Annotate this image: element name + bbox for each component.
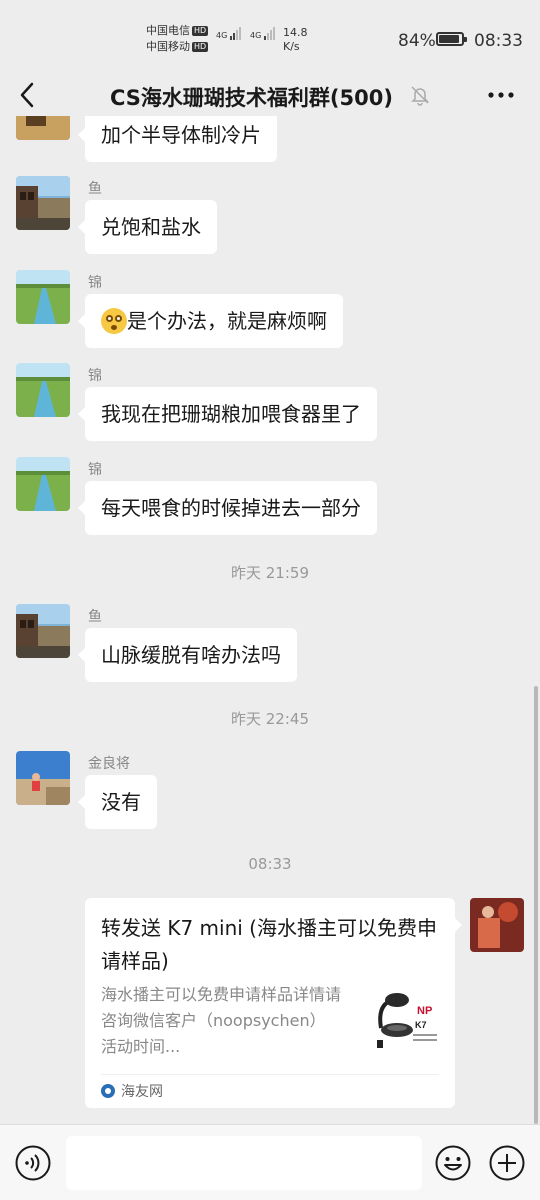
thumb-model: K7: [415, 1020, 427, 1030]
timestamp: 08:33: [248, 855, 292, 873]
carrier-info: 中国电信 HD 中国移动 HD: [146, 23, 209, 55]
sender-name: 锦: [88, 368, 102, 384]
back-arrow-icon[interactable]: [14, 78, 44, 112]
timestamp: 昨天 21:59: [231, 564, 309, 582]
battery-percent: 84%: [398, 31, 436, 51]
avatar[interactable]: [16, 604, 70, 658]
hd-badge: HD: [192, 26, 209, 36]
message-bubble[interactable]: 我现在把珊瑚粮加喂食器里了: [78, 387, 377, 441]
message-bubble[interactable]: 兑饱和盐水: [78, 200, 217, 254]
sender-name: 鱼: [88, 609, 102, 625]
carrier-2: 中国移动: [146, 40, 190, 53]
flushed-face-emoji-icon: [101, 307, 127, 334]
link-card-source: 海友网: [101, 1081, 163, 1101]
link-card-title: 转发送 K7 mini (海水播主可以免费申请样品): [101, 916, 437, 973]
timestamp: 昨天 22:45: [231, 710, 309, 728]
sender-name: 锦: [88, 462, 102, 478]
message-bubble[interactable]: 加个半导体制冷片: [78, 116, 277, 162]
link-card-thumbnail: NP K7: [371, 984, 441, 1054]
carrier-1: 中国电信: [146, 24, 190, 37]
chat-header: CS海水珊瑚技术福利群(500): [0, 70, 540, 120]
mute-bell-icon: [409, 84, 431, 106]
message-bubble[interactable]: 每天喂食的时候掉进去一部分: [78, 481, 377, 535]
my-avatar[interactable]: [470, 898, 524, 952]
more-icon[interactable]: [486, 83, 516, 107]
chat-message-list[interactable]: 加个半导体制冷片 鱼 兑饱和盐水 锦 是个办法，就是麻烦啊 锦 我现在把珊瑚粮加…: [0, 116, 540, 1124]
avatar[interactable]: [16, 270, 70, 324]
avatar[interactable]: [16, 363, 70, 417]
sender-name: 金良将: [88, 756, 130, 772]
signal-icon: 4G: [250, 27, 276, 40]
emoji-icon[interactable]: [434, 1144, 472, 1182]
network-speed: 14.8 K/s: [283, 26, 308, 53]
message-bubble[interactable]: 山脉缓脱有啥办法吗: [78, 628, 297, 682]
status-time: 08:33: [474, 31, 523, 51]
status-bar: 中国电信 HD 中国移动 HD 4G 4G 14.8 K/s 84% 08:33: [0, 0, 540, 80]
battery-icon: [436, 32, 467, 46]
source-logo-icon: [101, 1084, 115, 1098]
thumb-brand: NP: [417, 1005, 432, 1017]
plus-icon[interactable]: [488, 1144, 526, 1182]
hd-badge: HD: [192, 42, 209, 52]
message-bubble[interactable]: 是个办法，就是麻烦啊: [78, 294, 343, 348]
message-input[interactable]: [66, 1136, 422, 1190]
voice-input-icon[interactable]: [14, 1144, 52, 1182]
avatar[interactable]: [16, 116, 70, 140]
avatar[interactable]: [16, 457, 70, 511]
divider: [101, 1074, 439, 1075]
avatar[interactable]: [16, 176, 70, 230]
chat-title: CS海水珊瑚技术福利群(500): [110, 86, 393, 110]
signal-icon: 4G: [216, 27, 242, 40]
input-bar: [0, 1124, 540, 1200]
scrollbar[interactable]: [534, 686, 538, 1124]
sender-name: 鱼: [88, 181, 102, 197]
link-card[interactable]: 转发送 K7 mini (海水播主可以免费申请样品) 海水播主可以免费申请样品详…: [85, 898, 462, 1108]
message-bubble[interactable]: 没有: [78, 775, 157, 829]
avatar[interactable]: [16, 751, 70, 805]
link-card-description: 海水播主可以免费申请样品详情请咨询微信客户（noopsychen）活动时间...: [101, 985, 342, 1056]
sender-name: 锦: [88, 275, 102, 291]
